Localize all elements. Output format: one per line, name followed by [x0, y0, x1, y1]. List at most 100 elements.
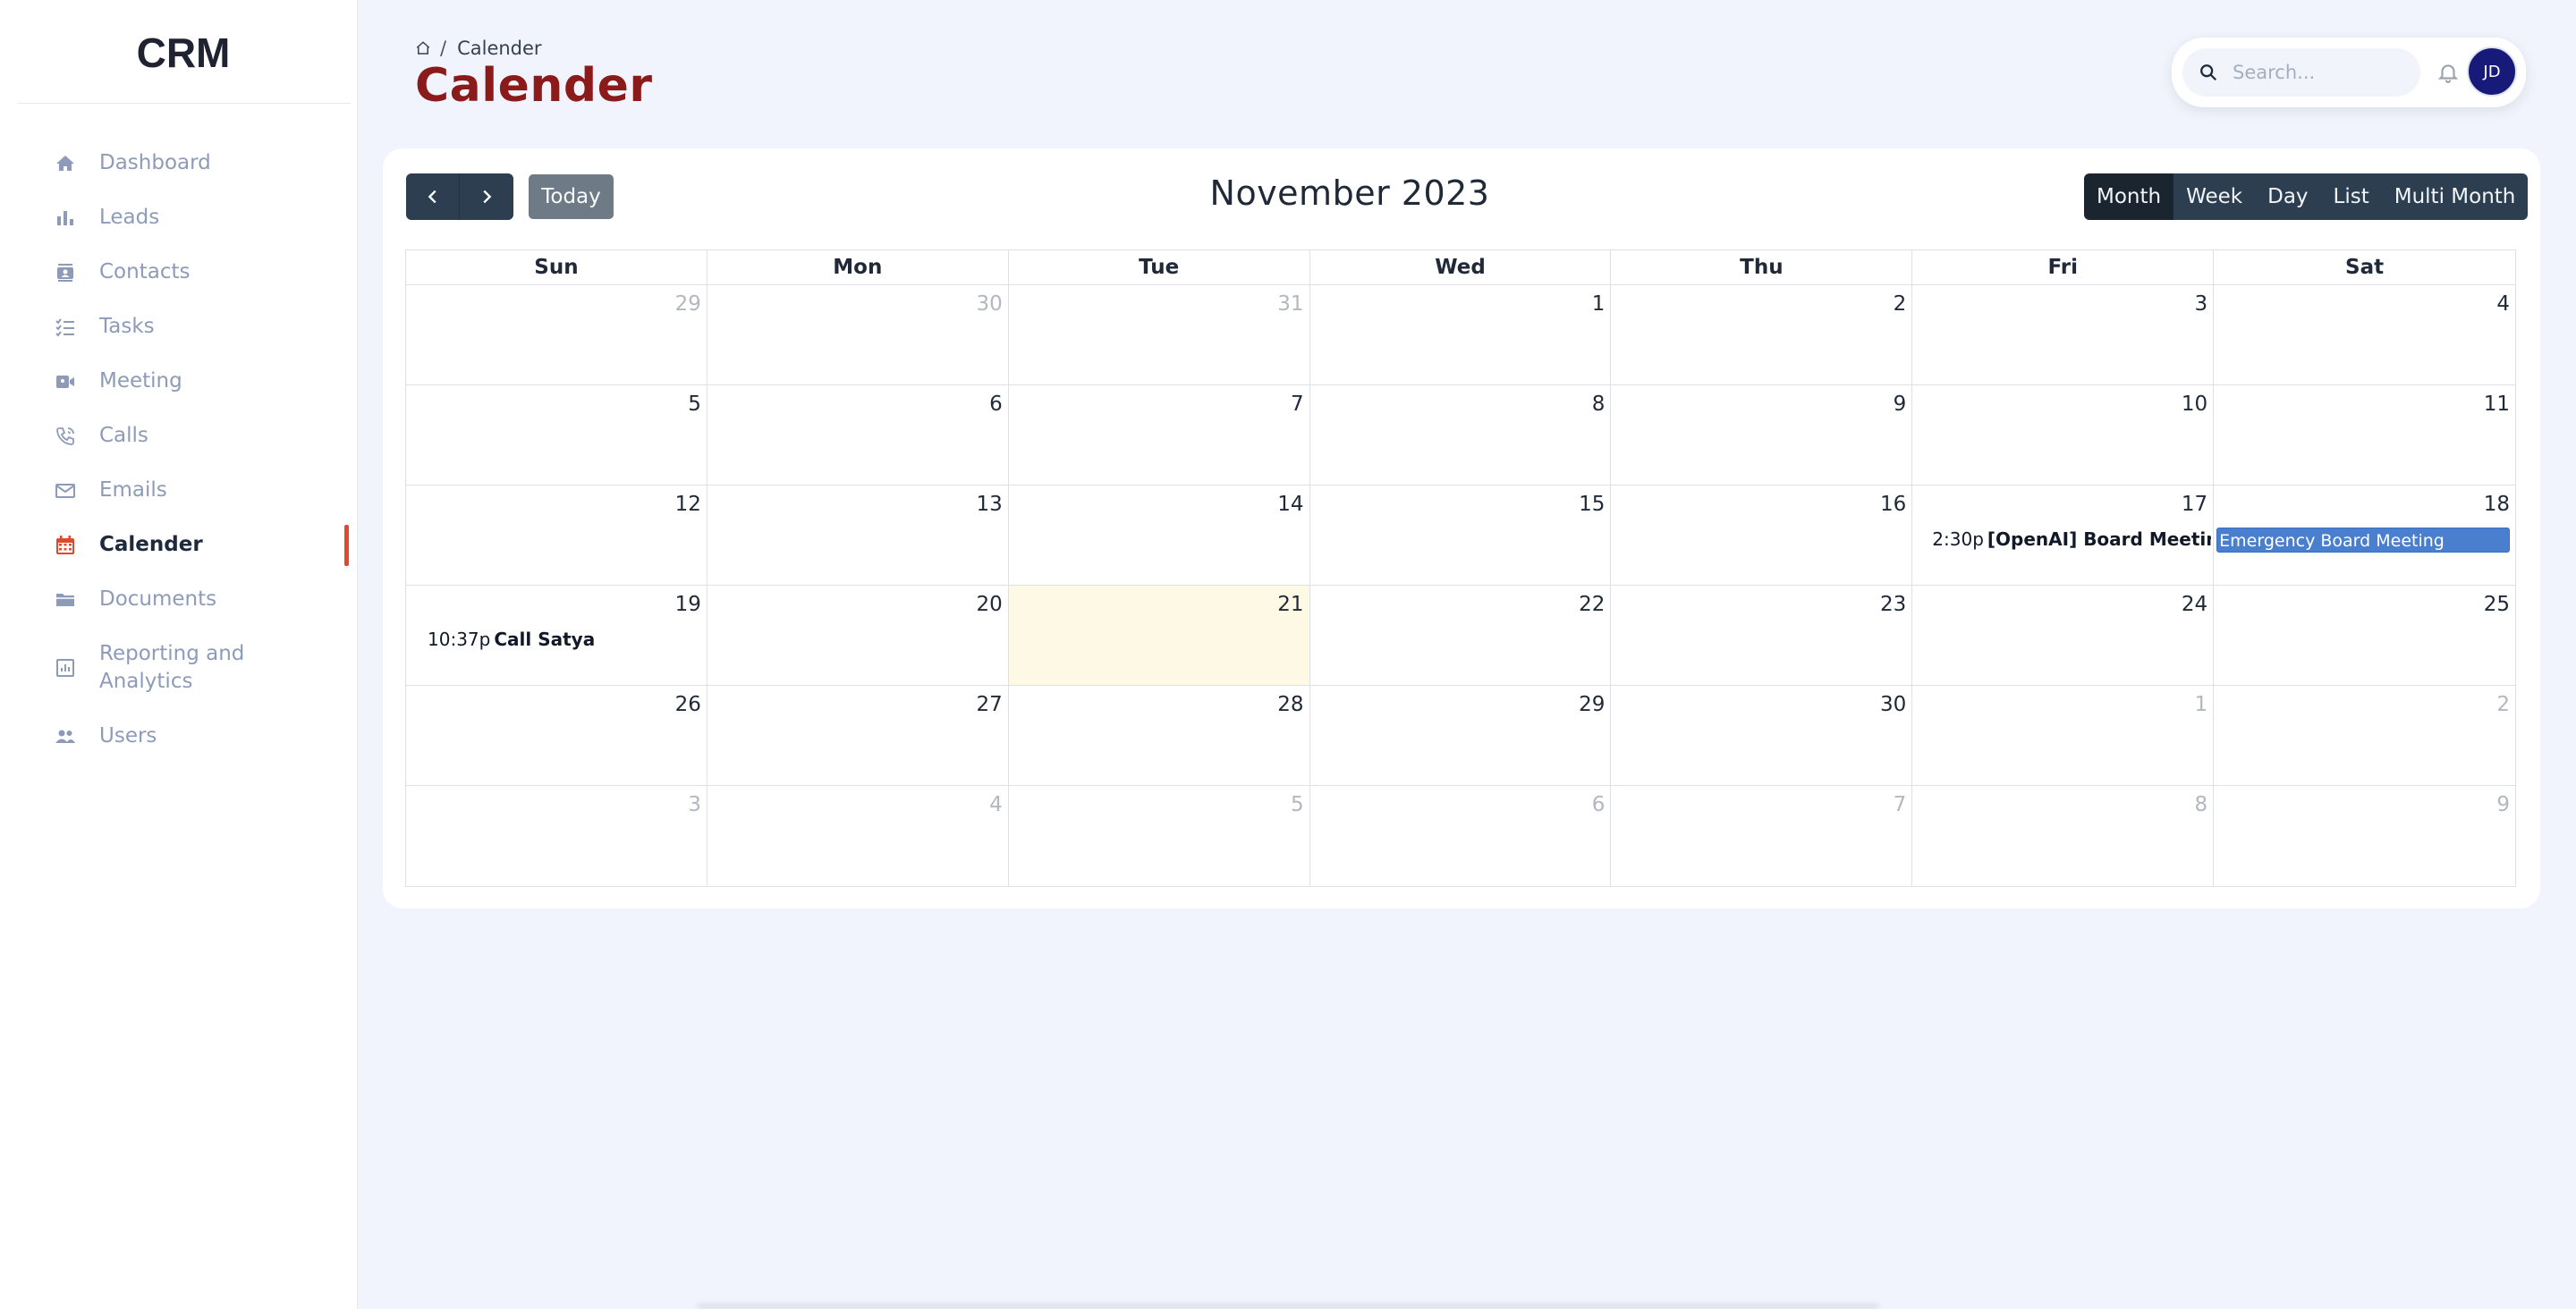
day-cell[interactable]: 22: [1310, 586, 1612, 685]
day-cell[interactable]: 5: [406, 385, 708, 485]
day-number[interactable]: 21: [1277, 593, 1303, 616]
day-number[interactable]: 11: [2484, 393, 2510, 416]
day-cell[interactable]: 25: [2214, 586, 2515, 685]
day-number[interactable]: 4: [2496, 292, 2510, 316]
day-cell[interactable]: 3: [406, 786, 708, 886]
day-number[interactable]: 19: [675, 593, 701, 616]
day-number[interactable]: 14: [1277, 493, 1303, 516]
avatar[interactable]: JD: [2467, 46, 2517, 97]
day-cell[interactable]: 14: [1009, 486, 1310, 585]
day-cell[interactable]: 29: [406, 285, 708, 384]
day-number[interactable]: 9: [2496, 793, 2510, 816]
day-number[interactable]: 24: [2182, 593, 2207, 616]
day-number[interactable]: 31: [1277, 292, 1303, 316]
view-month-button[interactable]: Month: [2084, 173, 2174, 220]
bell-icon[interactable]: [2436, 61, 2460, 84]
day-cell[interactable]: 11: [2214, 385, 2515, 485]
day-cell[interactable]: 29: [1310, 686, 1612, 785]
sidebar-item-emails[interactable]: Emails: [0, 463, 358, 518]
view-week-button[interactable]: Week: [2174, 173, 2256, 220]
sidebar-item-calender[interactable]: Calender: [0, 518, 358, 572]
calendar-event-block[interactable]: Emergency Board Meeting: [2216, 528, 2511, 553]
day-cell[interactable]: 7: [1009, 385, 1310, 485]
day-number[interactable]: 9: [1894, 393, 1907, 416]
day-number[interactable]: 1: [1592, 292, 1606, 316]
day-cell[interactable]: 17 2:30p [OpenAI] Board Meeting: [1912, 486, 2215, 585]
day-number[interactable]: 3: [688, 793, 701, 816]
day-number[interactable]: 17: [2182, 493, 2207, 516]
day-number[interactable]: 13: [976, 493, 1002, 516]
day-cell[interactable]: 15: [1310, 486, 1612, 585]
day-number[interactable]: 7: [1894, 793, 1907, 816]
day-number[interactable]: 10: [2182, 393, 2207, 416]
day-number[interactable]: 18: [2484, 493, 2510, 516]
day-cell[interactable]: 1: [1310, 285, 1612, 384]
day-number[interactable]: 5: [1291, 793, 1304, 816]
sidebar-item-contacts[interactable]: Contacts: [0, 245, 358, 300]
day-number[interactable]: 29: [1579, 693, 1605, 716]
day-cell[interactable]: 18 Emergency Board Meeting: [2214, 486, 2515, 585]
day-number[interactable]: 5: [688, 393, 701, 416]
calendar-event[interactable]: 2:30p [OpenAI] Board Meeting: [1932, 528, 2211, 550]
day-cell[interactable]: 2: [1611, 285, 1913, 384]
day-number[interactable]: 25: [2484, 593, 2510, 616]
day-cell[interactable]: 6: [708, 385, 1009, 485]
view-multi-month-button[interactable]: Multi Month: [2381, 173, 2529, 220]
sidebar-item-calls[interactable]: Calls: [0, 409, 358, 463]
day-number[interactable]: 22: [1579, 593, 1605, 616]
day-number[interactable]: 26: [675, 693, 701, 716]
sidebar-item-users[interactable]: Users: [0, 709, 358, 764]
day-cell[interactable]: 26: [406, 686, 708, 785]
view-list-button[interactable]: List: [2320, 173, 2382, 220]
day-number[interactable]: 4: [989, 793, 1003, 816]
day-number[interactable]: 15: [1579, 493, 1605, 516]
day-cell[interactable]: 4: [708, 786, 1009, 886]
sidebar-item-dashboard[interactable]: Dashboard: [0, 136, 358, 190]
day-cell-today[interactable]: 21: [1008, 586, 1310, 685]
day-number[interactable]: 1: [2195, 693, 2208, 716]
day-number[interactable]: 30: [976, 292, 1002, 316]
day-cell[interactable]: 16: [1611, 486, 1913, 585]
day-number[interactable]: 20: [976, 593, 1002, 616]
day-cell[interactable]: 23: [1611, 586, 1913, 685]
day-cell[interactable]: 9: [1611, 385, 1913, 485]
day-cell[interactable]: 10: [1912, 385, 2215, 485]
day-number[interactable]: 2: [2496, 693, 2510, 716]
sidebar-item-reporting[interactable]: Reporting and Analytics: [0, 627, 358, 709]
day-cell[interactable]: 7: [1611, 786, 1913, 886]
day-cell[interactable]: 19 10:37p Call Satya: [406, 586, 708, 685]
day-number[interactable]: 29: [675, 292, 701, 316]
day-cell[interactable]: 4: [2214, 285, 2515, 384]
day-cell[interactable]: 20: [708, 586, 1009, 685]
day-cell[interactable]: 8: [1912, 786, 2215, 886]
day-number[interactable]: 6: [1592, 793, 1606, 816]
home-icon[interactable]: [415, 40, 431, 56]
sidebar-item-tasks[interactable]: Tasks: [0, 300, 358, 354]
day-cell[interactable]: 5: [1009, 786, 1310, 886]
day-cell[interactable]: 30: [708, 285, 1009, 384]
day-cell[interactable]: 27: [708, 686, 1009, 785]
day-cell[interactable]: 24: [1912, 586, 2215, 685]
day-number[interactable]: 16: [1880, 493, 1906, 516]
day-number[interactable]: 23: [1880, 593, 1906, 616]
day-cell[interactable]: 8: [1310, 385, 1612, 485]
day-number[interactable]: 2: [1894, 292, 1907, 316]
day-cell[interactable]: 3: [1912, 285, 2215, 384]
day-cell[interactable]: 30: [1611, 686, 1913, 785]
day-cell[interactable]: 1: [1912, 686, 2215, 785]
day-number[interactable]: 30: [1880, 693, 1906, 716]
day-number[interactable]: 6: [989, 393, 1003, 416]
sidebar-item-meeting[interactable]: Meeting: [0, 354, 358, 409]
day-number[interactable]: 7: [1291, 393, 1304, 416]
day-number[interactable]: 3: [2195, 292, 2208, 316]
day-number[interactable]: 8: [1592, 393, 1606, 416]
day-cell[interactable]: 9: [2214, 786, 2515, 886]
day-cell[interactable]: 13: [708, 486, 1009, 585]
day-cell[interactable]: 28: [1009, 686, 1310, 785]
day-cell[interactable]: 6: [1310, 786, 1612, 886]
day-number[interactable]: 12: [675, 493, 701, 516]
search-input[interactable]: [2233, 62, 2411, 83]
view-day-button[interactable]: Day: [2255, 173, 2321, 220]
day-cell[interactable]: 31: [1009, 285, 1310, 384]
day-number[interactable]: 28: [1277, 693, 1303, 716]
